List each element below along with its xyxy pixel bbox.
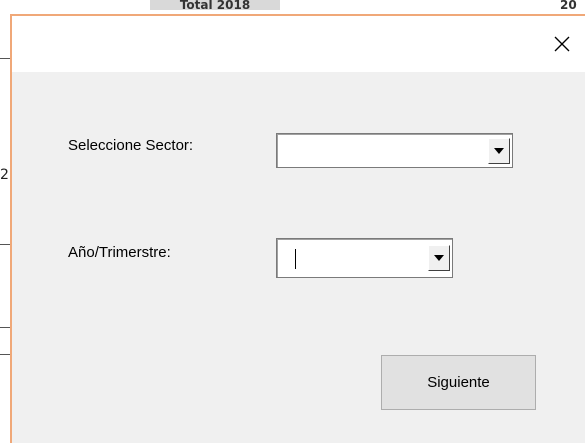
period-dropdown-button[interactable] xyxy=(428,245,450,271)
sheet-cell-digit: 2 xyxy=(0,167,9,183)
grid-line xyxy=(0,354,10,355)
next-button[interactable]: Siguiente xyxy=(381,355,536,410)
close-button[interactable] xyxy=(539,16,585,72)
dialog-window: Seleccione Sector: Año/Trimerstre: Sigui… xyxy=(10,14,585,443)
sector-label: Seleccione Sector: xyxy=(68,137,194,154)
period-value xyxy=(281,239,424,277)
close-icon xyxy=(554,36,570,52)
text-cursor xyxy=(295,249,296,269)
period-dropdown[interactable] xyxy=(276,238,453,278)
grid-line xyxy=(0,327,10,328)
title-bar xyxy=(12,16,585,72)
chevron-down-icon xyxy=(494,148,504,154)
sheet-header-cell: Total 2018 xyxy=(150,0,280,10)
grid-line xyxy=(0,244,10,245)
sector-dropdown-button[interactable] xyxy=(488,138,510,164)
period-label: Año/Trimerstre: xyxy=(68,244,171,261)
sheet-left-strip xyxy=(0,14,10,443)
sector-dropdown[interactable] xyxy=(276,133,513,168)
sector-value xyxy=(281,134,484,167)
grid-line xyxy=(0,58,10,59)
chevron-down-icon xyxy=(434,255,444,261)
sheet-corner-text: 20 xyxy=(560,0,577,10)
